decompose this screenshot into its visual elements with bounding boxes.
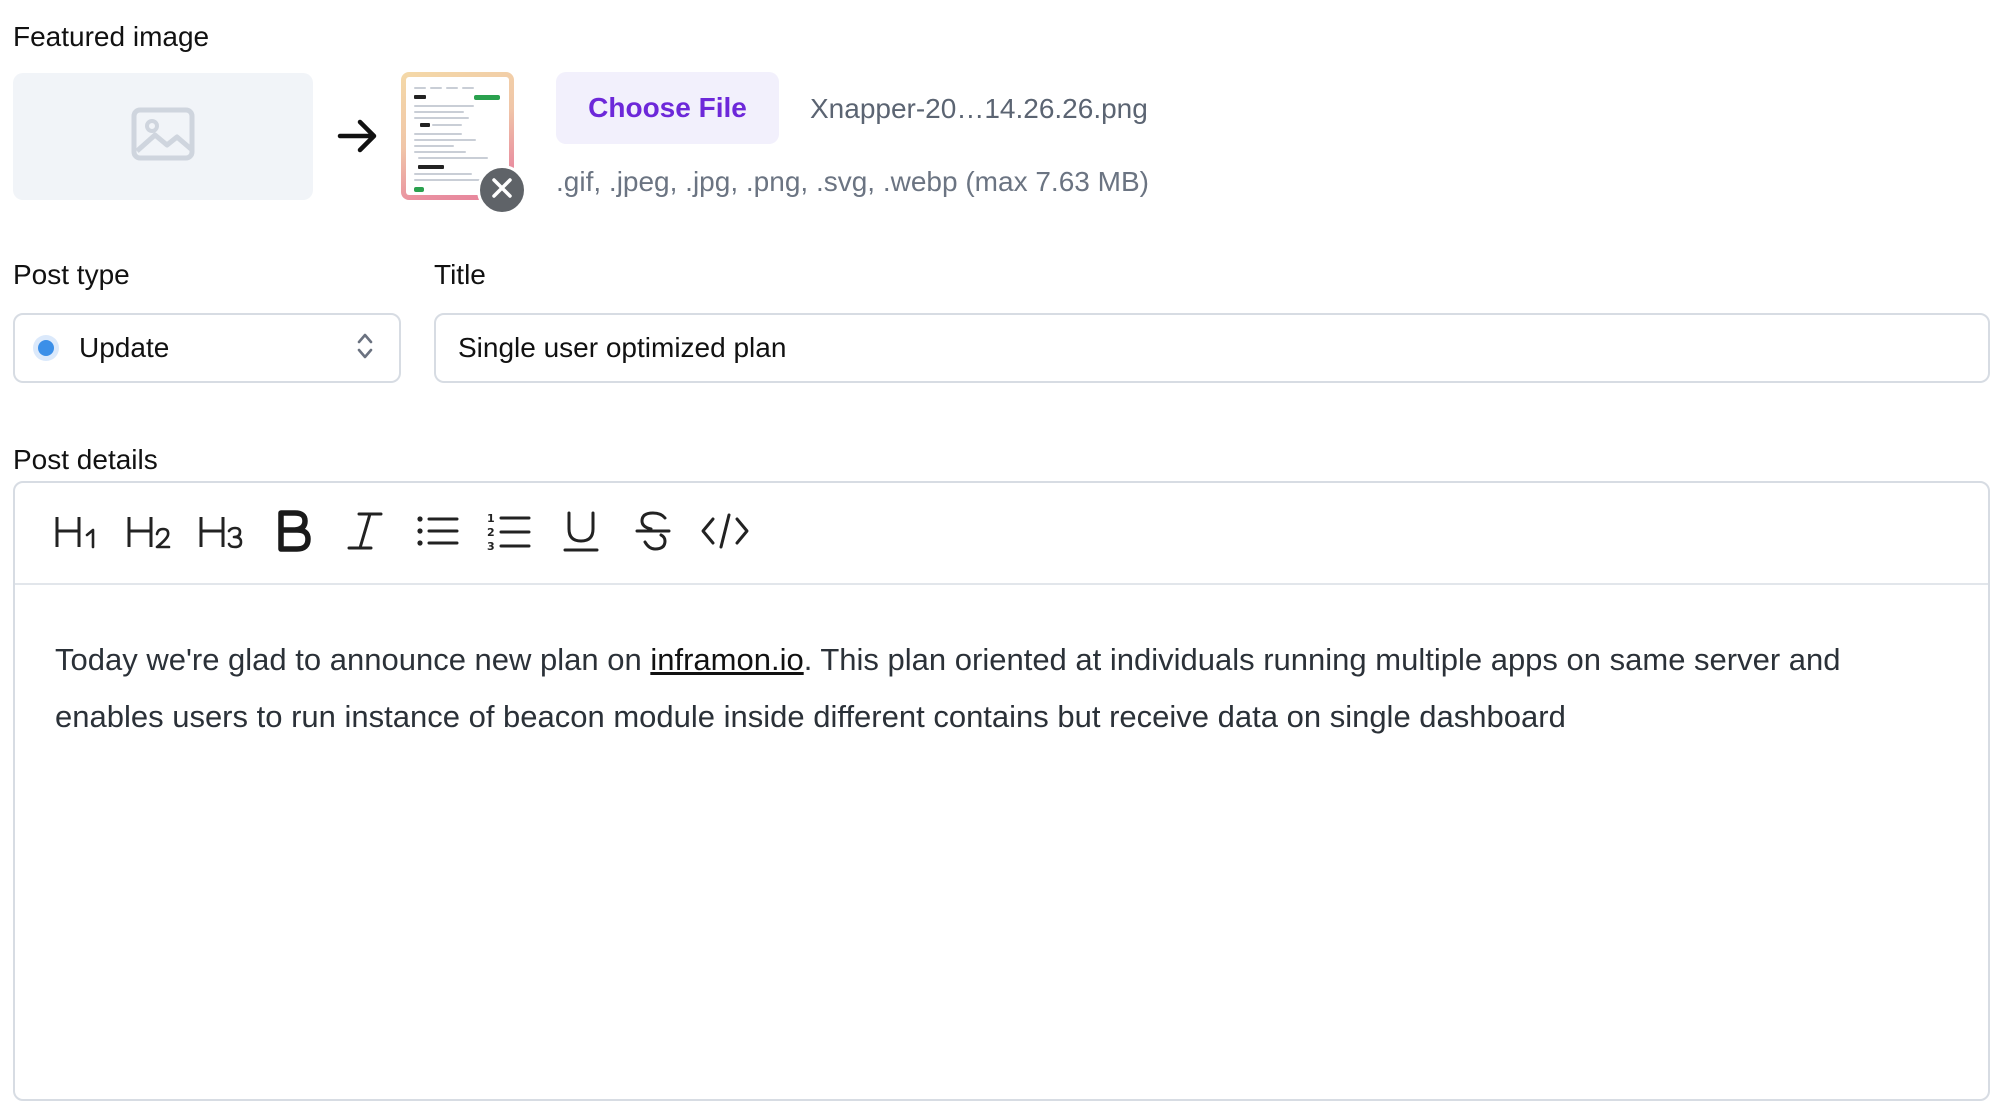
- chevron-up-down-icon: [355, 330, 375, 367]
- rich-text-editor: 1 2 3 Today we're glad to announce new p…: [13, 481, 1990, 1101]
- bold-button[interactable]: [257, 503, 329, 563]
- italic-icon: [345, 509, 385, 558]
- post-type-select[interactable]: Update: [13, 313, 401, 383]
- h2-icon: [125, 511, 173, 556]
- underline-button[interactable]: [545, 503, 617, 563]
- bullet-list-icon: [415, 511, 459, 556]
- ordered-list-icon: 1 2 3: [487, 509, 531, 558]
- bold-icon: [273, 509, 313, 558]
- post-details-label: Post details: [13, 444, 158, 475]
- code-button[interactable]: [689, 503, 761, 563]
- editor-content[interactable]: Today we're glad to announce new plan on…: [15, 585, 1988, 745]
- arrow-right-icon: [336, 114, 380, 158]
- inframon-link[interactable]: inframon.io: [650, 642, 803, 677]
- close-icon: [491, 177, 513, 204]
- svg-text:3: 3: [487, 540, 495, 553]
- strikethrough-button[interactable]: [617, 503, 689, 563]
- editor-toolbar: 1 2 3: [15, 483, 1988, 585]
- choose-file-button[interactable]: Choose File: [556, 72, 779, 144]
- svg-text:2: 2: [487, 526, 495, 539]
- bullet-list-button[interactable]: [401, 503, 473, 563]
- code-icon: [700, 511, 750, 556]
- heading-2-button[interactable]: [113, 503, 185, 563]
- ordered-list-button[interactable]: 1 2 3: [473, 503, 545, 563]
- heading-1-button[interactable]: [41, 503, 113, 563]
- status-dot: [33, 335, 59, 361]
- content-text-before-link: Today we're glad to announce new plan on: [55, 642, 651, 677]
- allowed-file-types: .gif, .jpeg, .jpg, .png, .svg, .webp (ma…: [556, 166, 1149, 197]
- featured-image-label: Featured image: [13, 21, 210, 52]
- remove-image-button[interactable]: [477, 165, 527, 215]
- italic-button[interactable]: [329, 503, 401, 563]
- image-placeholder: [13, 73, 313, 200]
- title-input[interactable]: [434, 313, 1990, 383]
- post-type-value: Update: [79, 332, 170, 363]
- svg-text:1: 1: [487, 512, 495, 525]
- h3-icon: [197, 511, 245, 556]
- strikethrough-icon: [633, 509, 673, 558]
- selected-file-name: Xnapper-20…14.26.26.png: [810, 93, 1148, 124]
- title-label: Title: [434, 259, 486, 290]
- heading-3-button[interactable]: [185, 503, 257, 563]
- underline-icon: [561, 509, 601, 558]
- h1-icon: [53, 511, 101, 556]
- image-icon: [131, 107, 195, 166]
- post-type-label: Post type: [13, 259, 130, 290]
